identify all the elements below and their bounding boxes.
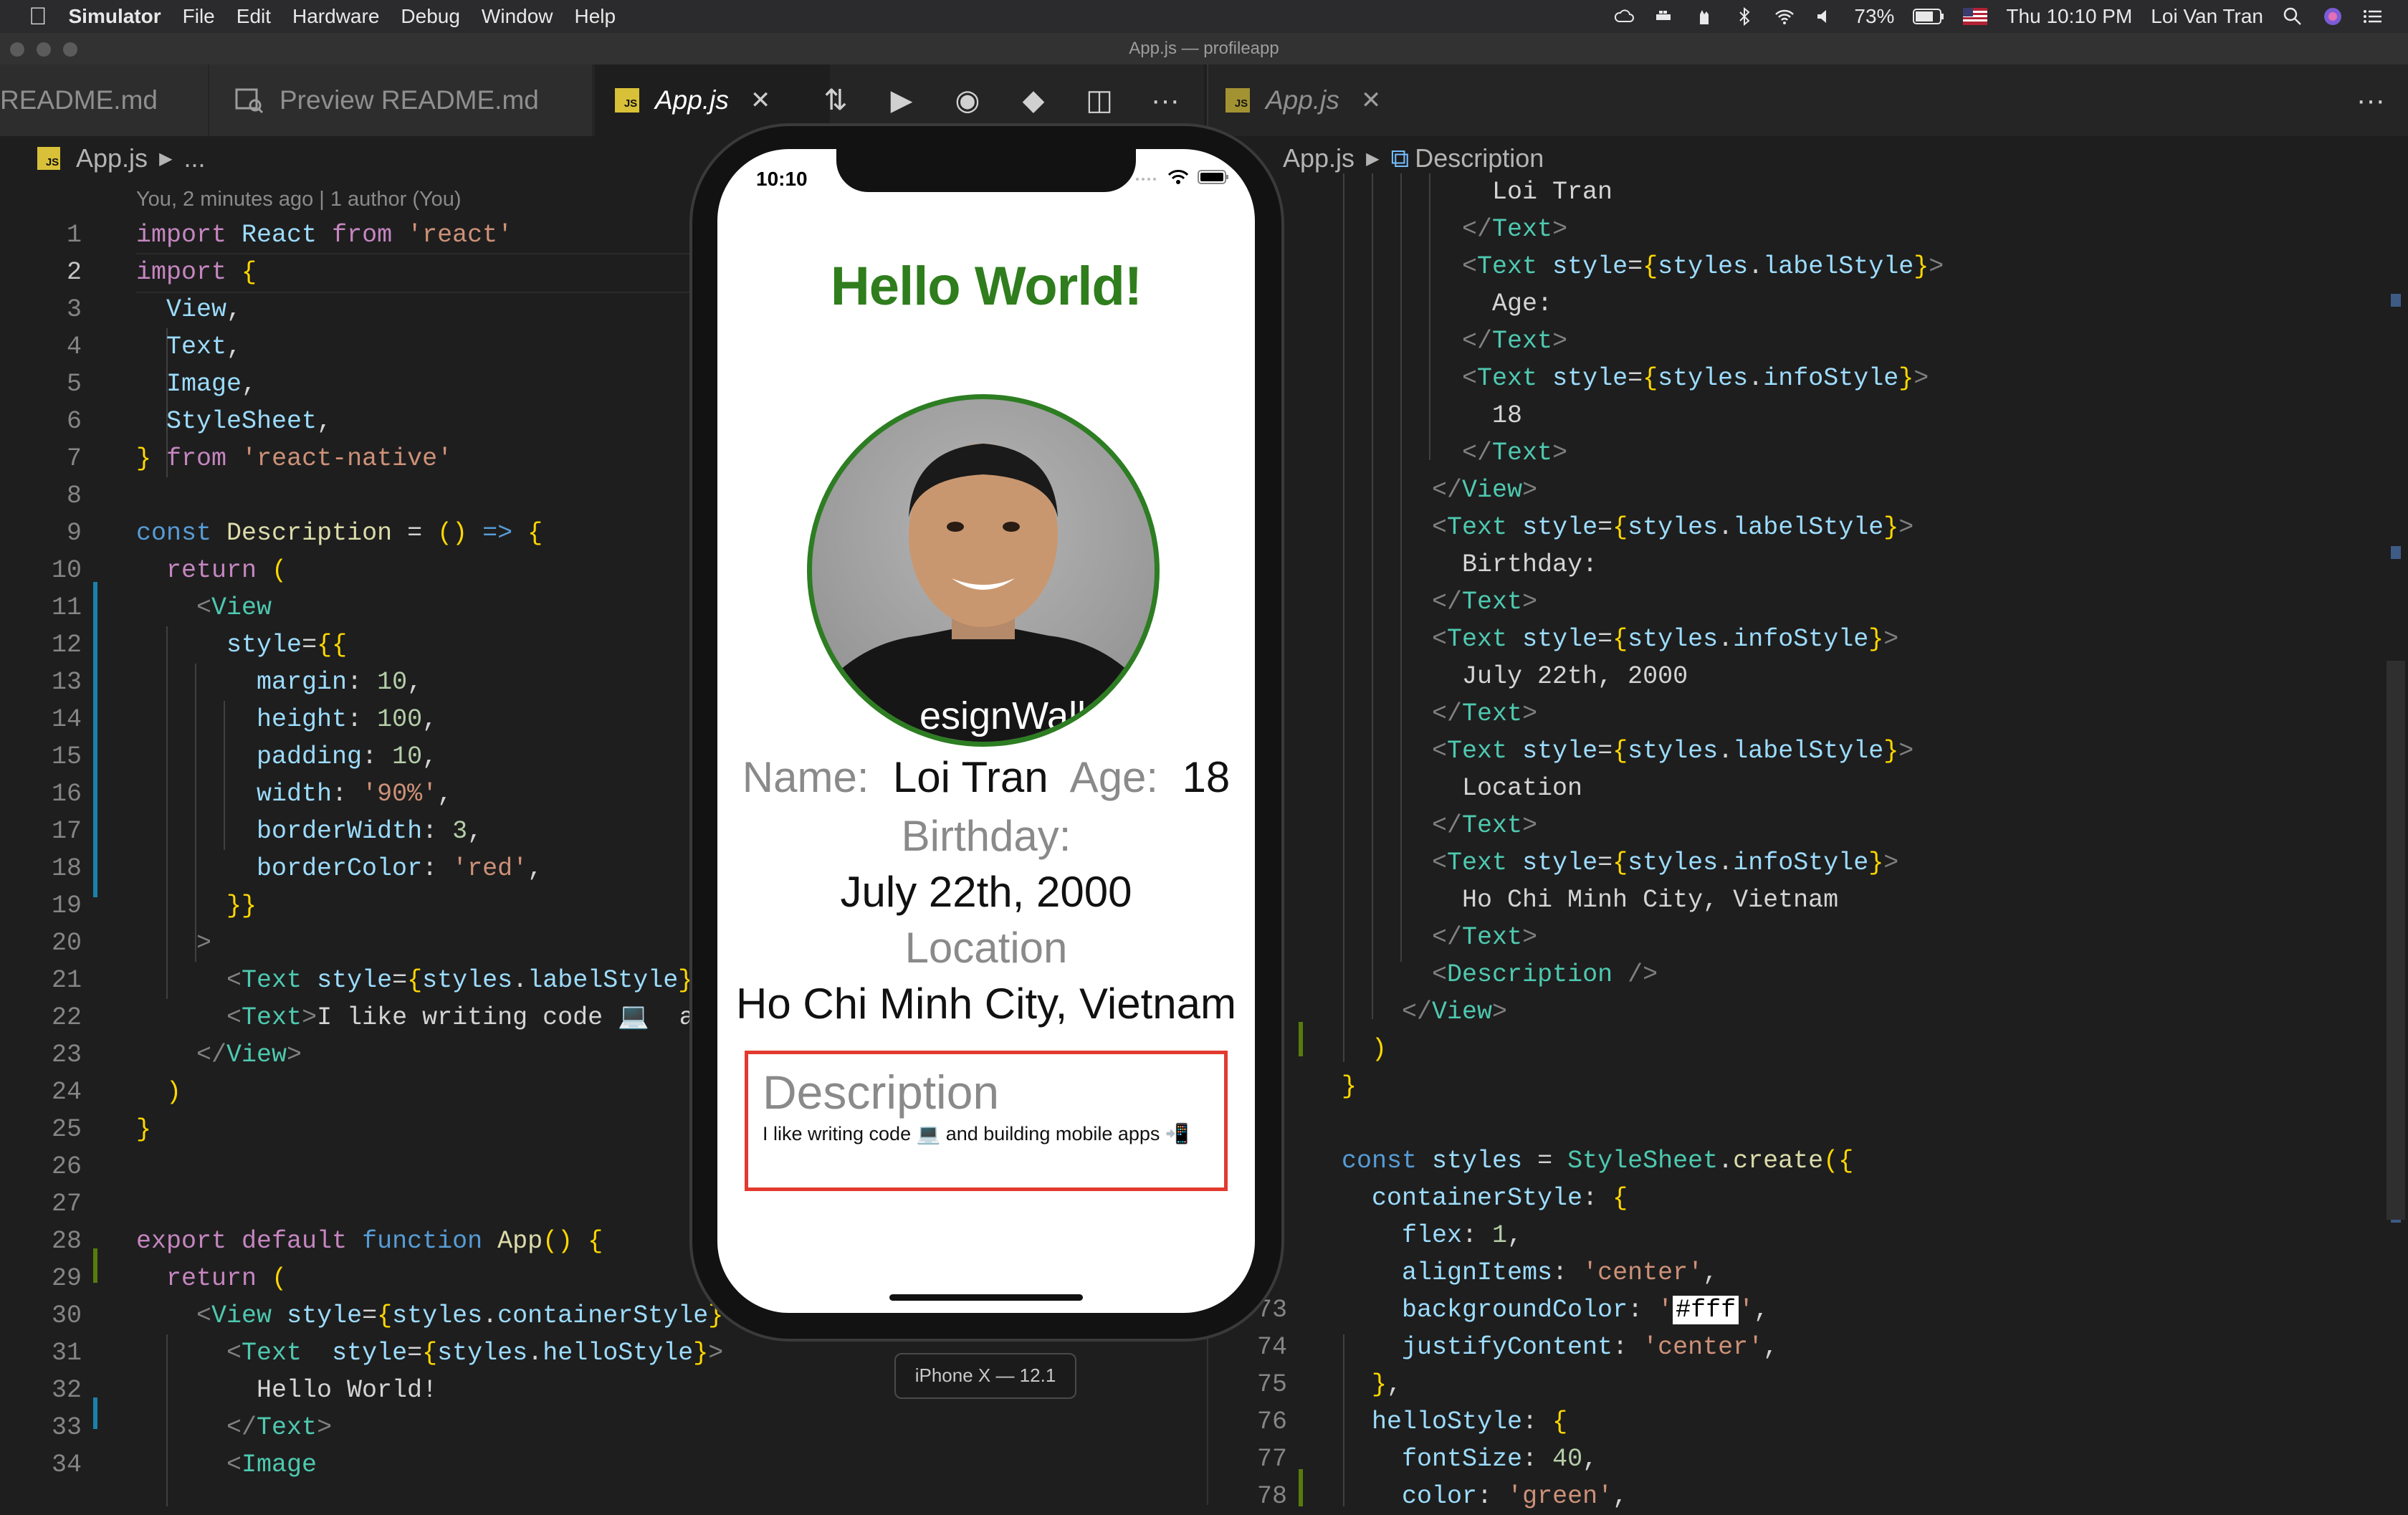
volume-icon[interactable]: [1814, 6, 1835, 27]
tab-label: README.md: [0, 85, 158, 115]
breadcrumb-symbol[interactable]: Description: [1415, 143, 1544, 173]
more-icon[interactable]: ···: [2354, 83, 2388, 118]
tab-readme[interactable]: README.md: [0, 64, 209, 136]
battery-icon[interactable]: [1913, 8, 1944, 25]
docker-icon[interactable]: [1653, 6, 1675, 27]
menu-edit[interactable]: Edit: [236, 5, 271, 28]
window-controls: [10, 42, 77, 57]
symbol-icon: ⧉: [1390, 143, 1410, 173]
breadcrumb-file[interactable]: App.js: [1283, 143, 1354, 173]
location-label: Location: [904, 924, 1068, 972]
menu-clock[interactable]: Thu 10:10 PM: [2006, 5, 2132, 28]
chevron-right-icon: ▶: [159, 148, 173, 168]
zoom-window-button[interactable]: [63, 42, 77, 57]
tab-label: App.js: [655, 85, 729, 115]
menu-user[interactable]: Loi Van Tran: [2151, 5, 2263, 28]
close-icon[interactable]: ✕: [1361, 86, 1382, 115]
status-icons: [1134, 169, 1229, 185]
wifi-icon: [1167, 170, 1189, 184]
split-editor-icon[interactable]: ◫: [1082, 83, 1117, 118]
flag-icon[interactable]: [1963, 8, 1988, 25]
git-modified-gutter: [93, 1397, 97, 1429]
window-title-bar: App.js — profileapp: [0, 33, 2408, 64]
birthday-value: July 22th, 2000: [840, 868, 1132, 916]
search-icon[interactable]: [2282, 6, 2303, 27]
close-window-button[interactable]: [10, 42, 24, 57]
close-icon[interactable]: ✕: [750, 86, 771, 115]
device-label: iPhone X — 12.1: [894, 1353, 1076, 1399]
menu-debug[interactable]: Debug: [401, 5, 460, 28]
description-text: I like writing code 💻 and building mobil…: [763, 1123, 1190, 1144]
tab-label: App.js: [1266, 85, 1339, 115]
iphone-screen[interactable]: 10:10 Hello World! esignWall Name: Loi T…: [717, 149, 1255, 1313]
age-value: 18: [1182, 753, 1231, 801]
eye-icon[interactable]: ◉: [950, 83, 985, 118]
name-age-row: Name: Loi Tran Age: 18: [717, 752, 1255, 802]
window-title: App.js — profileapp: [1129, 39, 1279, 58]
hand-icon[interactable]: [1693, 6, 1715, 27]
bluetooth-icon[interactable]: [1734, 6, 1755, 27]
git-icon[interactable]: ◆: [1016, 83, 1051, 118]
status-time: 10:10: [756, 168, 808, 190]
location-value: Ho Chi Minh City, Vietnam: [735, 980, 1237, 1028]
menu-help[interactable]: Help: [575, 5, 616, 28]
apple-icon[interactable]: : [29, 4, 47, 29]
home-indicator[interactable]: [889, 1294, 1083, 1301]
js-file-icon: JS: [615, 88, 639, 113]
compare-icon[interactable]: ⇅: [818, 83, 853, 118]
js-file-icon: JS: [1226, 88, 1250, 113]
age-label: Age:: [1069, 753, 1159, 801]
js-file-icon: JS: [37, 147, 60, 170]
device-notch: [836, 149, 1136, 192]
right-tab-bar: JS App.js ✕ ···: [1208, 64, 2408, 136]
siri-icon[interactable]: [2322, 6, 2344, 27]
run-icon[interactable]: ▶: [884, 83, 919, 118]
name-value: Loi Tran: [892, 753, 1048, 801]
blame-annotation[interactable]: You, 2 minutes ago | 1 author (You): [136, 188, 462, 211]
code-editor-right[interactable]: Loi Tran </Text> <Text style={styles.lab…: [1208, 173, 2408, 1511]
git-added-gutter: [1299, 1469, 1303, 1506]
menu-bar:  Simulator File Edit Hardware Debug Win…: [0, 0, 2408, 33]
tab-preview-readme[interactable]: Preview README.md: [209, 64, 593, 136]
scrollbar-marker: [2391, 294, 2401, 307]
description-box: Description I like writing code 💻 and bu…: [745, 1051, 1228, 1191]
more-icon[interactable]: ···: [1148, 83, 1182, 118]
right-editor-group: JS App.js ✕ ··· App.js ▶ ⧉ Description L…: [1207, 64, 2408, 1511]
scrollbar-marker: [2391, 546, 2401, 559]
profile-photo-image: esignWall: [812, 444, 1155, 742]
git-added-gutter: [93, 1248, 97, 1283]
list-icon[interactable]: [2362, 6, 2384, 27]
shirt-text: esignWall: [919, 694, 1086, 737]
wifi-icon[interactable]: [1774, 6, 1795, 27]
signal-icon: [1136, 178, 1156, 181]
git-added-gutter: [1299, 1022, 1303, 1056]
minimize-window-button[interactable]: [37, 42, 51, 57]
name-label: Name:: [742, 753, 869, 801]
menu-hardware[interactable]: Hardware: [292, 5, 379, 28]
menu-file[interactable]: File: [183, 5, 215, 28]
battery-percent: 73%: [1854, 5, 1895, 27]
menu-app-name[interactable]: Simulator: [69, 5, 161, 28]
cloud-icon[interactable]: [1613, 6, 1635, 27]
breadcrumb-file[interactable]: App.js: [76, 143, 148, 173]
chevron-right-icon: ▶: [1366, 148, 1380, 168]
hello-title: Hello World!: [830, 256, 1142, 317]
preview-icon: [235, 88, 264, 114]
profile-photo: esignWall: [807, 394, 1160, 747]
tab-label: Preview README.md: [280, 85, 539, 115]
battery-icon: [1198, 170, 1228, 184]
menu-window[interactable]: Window: [482, 5, 553, 28]
scrollbar-thumb[interactable]: [2386, 661, 2405, 1220]
tab-app-js-right[interactable]: JS App.js ✕: [1208, 64, 1452, 136]
breadcrumb-rest[interactable]: ...: [184, 143, 206, 173]
description-title: Description: [763, 1066, 1000, 1119]
birthday-label: Birthday:: [901, 812, 1071, 860]
git-modified-gutter: [93, 582, 97, 897]
